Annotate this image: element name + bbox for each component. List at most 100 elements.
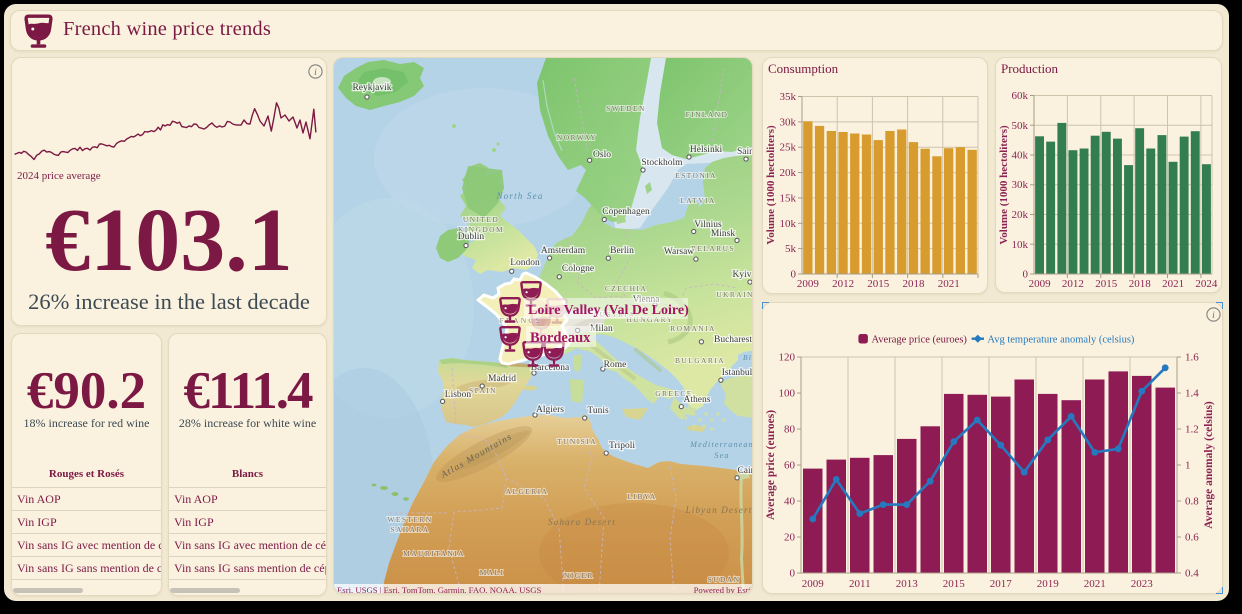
svg-text:2024: 2024: [1195, 278, 1218, 290]
svg-text:2012: 2012: [832, 278, 854, 290]
svg-text:2011: 2011: [849, 578, 871, 590]
svg-text:1: 1: [1185, 460, 1191, 472]
svg-text:Amsterdam: Amsterdam: [541, 246, 586, 256]
svg-text:20: 20: [784, 532, 796, 544]
svg-text:Bla: Bla: [743, 353, 753, 362]
svg-text:Copenhagen: Copenhagen: [602, 207, 650, 217]
svg-text:Mediterranean: Mediterranean: [689, 440, 753, 449]
svg-text:Loire Valley (Val De Loire): Loire Valley (Val De Loire): [528, 303, 689, 318]
svg-text:Sahara Desert: Sahara Desert: [548, 517, 616, 527]
svg-text:BULGARIA: BULGARIA: [675, 356, 725, 365]
svg-text:0.4: 0.4: [1185, 568, 1199, 580]
svg-text:120: 120: [779, 352, 796, 364]
svg-text:1.6: 1.6: [1185, 352, 1199, 364]
svg-text:MALI: MALI: [480, 568, 505, 577]
svg-text:60k: 60k: [1012, 90, 1029, 102]
svg-text:Volume (1000 hectoliters): Volume (1000 hectoliters): [998, 125, 1010, 245]
svg-text:20k: 20k: [780, 167, 797, 179]
svg-text:MAURITANIA: MAURITANIA: [403, 549, 465, 558]
svg-text:25k: 25k: [780, 142, 797, 154]
svg-text:London: London: [510, 258, 540, 268]
svg-text:LATVIA: LATVIA: [680, 196, 715, 205]
svg-text:Reykjavik: Reykjavik: [352, 83, 391, 93]
svg-text:FINLAND: FINLAND: [686, 110, 729, 119]
svg-text:2019: 2019: [1037, 578, 1060, 590]
svg-text:Warsaw: Warsaw: [664, 247, 694, 257]
svg-text:Berlin: Berlin: [610, 246, 634, 256]
svg-text:2018: 2018: [903, 278, 926, 290]
svg-text:2012: 2012: [1062, 278, 1084, 290]
svg-text:Cairo: Cairo: [737, 466, 753, 476]
svg-text:2015: 2015: [943, 578, 966, 590]
svg-text:Minsk: Minsk: [711, 229, 736, 239]
svg-text:0.6: 0.6: [1185, 532, 1199, 544]
svg-text:Average anomaly (celsius): Average anomaly (celsius): [1203, 401, 1215, 529]
svg-text:2009: 2009: [797, 278, 820, 290]
svg-text:Sea: Sea: [714, 451, 729, 460]
svg-text:Madrid: Madrid: [488, 374, 516, 384]
svg-text:Tripoli: Tripoli: [609, 441, 635, 451]
svg-text:2021: 2021: [938, 278, 960, 290]
svg-text:0: 0: [791, 269, 797, 281]
svg-text:Algiers: Algiers: [536, 405, 564, 415]
svg-text:Saint P: Saint P: [737, 147, 753, 157]
svg-text:i: i: [1212, 311, 1215, 321]
svg-text:30k: 30k: [780, 116, 797, 128]
svg-text:Kyiv: Kyiv: [733, 270, 752, 280]
svg-text:SUDAN: SUDAN: [708, 575, 741, 584]
svg-text:10k: 10k: [1012, 239, 1029, 251]
svg-text:2015: 2015: [1095, 278, 1118, 290]
svg-text:Volume (1000 hectoliters): Volume (1000 hectoliters): [765, 125, 777, 245]
svg-text:2017: 2017: [990, 578, 1013, 590]
svg-text:2009: 2009: [1029, 278, 1052, 290]
svg-text:UKRAINE: UKRAINE: [716, 290, 753, 299]
svg-text:2013: 2013: [896, 578, 919, 590]
svg-text:0.8: 0.8: [1185, 496, 1199, 508]
svg-text:2009: 2009: [802, 578, 825, 590]
svg-text:40k: 40k: [1012, 150, 1029, 162]
svg-text:Bucharest: Bucharest: [714, 335, 752, 345]
svg-text:20k: 20k: [1012, 209, 1029, 221]
svg-text:Esri, USGS | Esri, TomTom, Gar: Esri, USGS | Esri, TomTom, Garmin, FAO, …: [337, 585, 542, 594]
svg-text:2021: 2021: [1084, 578, 1106, 590]
svg-text:30k: 30k: [1012, 179, 1029, 191]
svg-text:80: 80: [784, 424, 796, 436]
svg-text:50k: 50k: [1012, 120, 1029, 132]
svg-text:SAHARA: SAHARA: [390, 525, 429, 534]
svg-text:Stockholm: Stockholm: [641, 158, 683, 168]
svg-text:2023: 2023: [1131, 578, 1154, 590]
svg-text:NIGER: NIGER: [564, 571, 594, 580]
svg-text:North Sea: North Sea: [495, 191, 543, 201]
svg-text:Athens: Athens: [684, 395, 711, 405]
svg-text:TUNISIA: TUNISIA: [557, 437, 597, 446]
svg-text:Avg temperature anomaly (celsi: Avg temperature anomaly (celsius): [987, 335, 1135, 346]
svg-text:Istanbul: Istanbul: [722, 368, 753, 378]
svg-text:Bordeaux: Bordeaux: [530, 330, 591, 346]
svg-text:Powered by Esri: Powered by Esri: [694, 585, 752, 594]
svg-text:0: 0: [1023, 269, 1029, 281]
svg-text:Lisbon: Lisbon: [445, 390, 472, 400]
svg-text:2015: 2015: [867, 278, 890, 290]
svg-text:Oslo: Oslo: [593, 150, 611, 160]
svg-text:1.4: 1.4: [1185, 388, 1199, 400]
svg-text:LIBYA: LIBYA: [627, 492, 656, 501]
svg-text:0: 0: [790, 568, 796, 580]
svg-text:Average price (euroes): Average price (euroes): [765, 410, 777, 520]
svg-text:1.2: 1.2: [1185, 424, 1199, 436]
svg-text:Tunis: Tunis: [587, 406, 609, 416]
svg-text:ALGERIA: ALGERIA: [506, 487, 549, 496]
svg-text:BELARUS: BELARUS: [691, 244, 735, 253]
svg-text:5k: 5k: [785, 243, 797, 255]
svg-text:2018: 2018: [1129, 278, 1152, 290]
svg-text:ROMANIA: ROMANIA: [670, 324, 716, 333]
svg-text:100: 100: [779, 388, 796, 400]
svg-text:60: 60: [784, 460, 796, 472]
svg-text:Average price (euroes): Average price (euroes): [872, 335, 968, 346]
svg-text:Cologne: Cologne: [562, 264, 594, 274]
svg-text:15k: 15k: [780, 192, 797, 204]
svg-text:Libyan Desert: Libyan Desert: [685, 505, 753, 515]
svg-text:35k: 35k: [780, 91, 797, 103]
svg-text:WESTERN: WESTERN: [387, 515, 432, 524]
svg-text:2021: 2021: [1162, 278, 1184, 290]
svg-text:40: 40: [784, 496, 796, 508]
